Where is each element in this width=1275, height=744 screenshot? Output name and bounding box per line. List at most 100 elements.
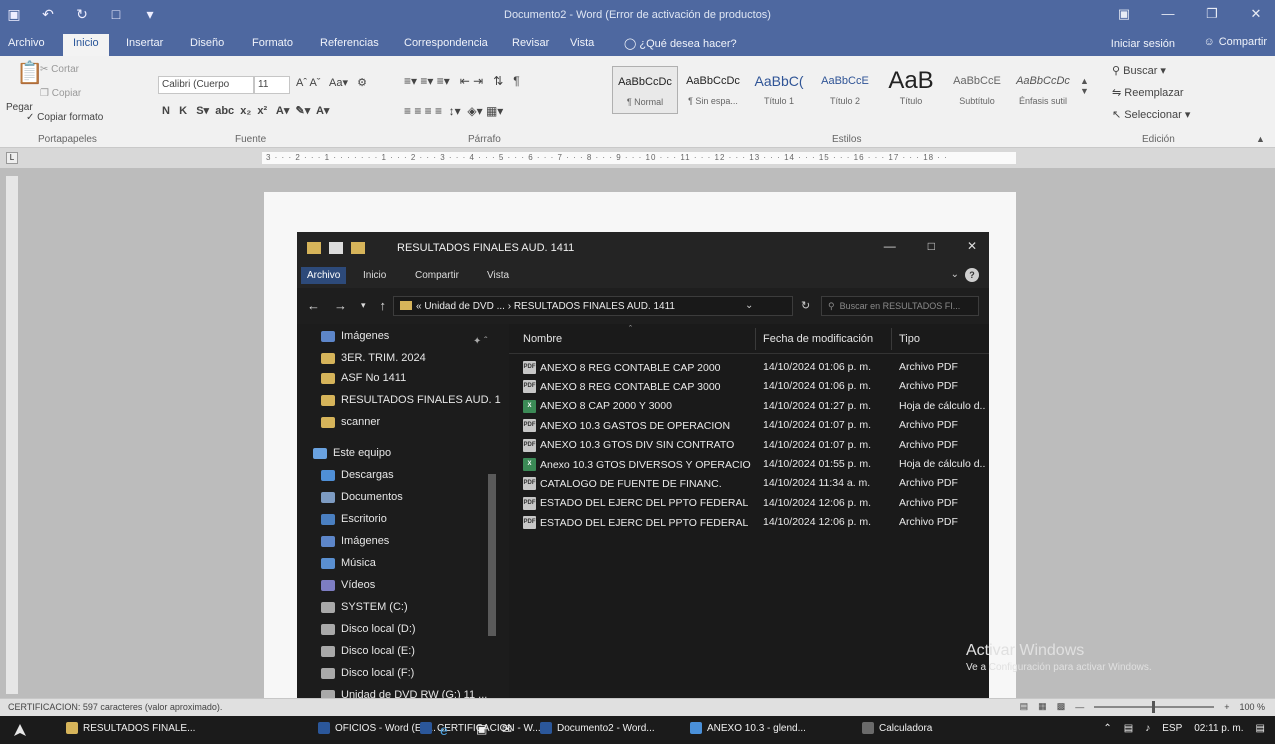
bold-italic-underline-icons[interactable]: N K S▾ abc x₂ x² A▾ ✎▾ A▾	[162, 104, 329, 117]
zoom-slider-thumb[interactable]	[1152, 700, 1156, 713]
nav-item[interactable]: SYSTEM (C:)	[321, 596, 501, 618]
nav-item[interactable]: Disco local (F:)	[321, 662, 501, 684]
word-count-status[interactable]: CERTIFICACION: 597 caracteres (valor apr…	[8, 702, 222, 712]
tab-formato[interactable]: Formato	[252, 37, 293, 49]
file-row[interactable]: X Anexo 10.3 GTOS DIVERSOS Y OPERACION 14/…	[509, 455, 989, 475]
file-row[interactable]: PDF ESTADO DEL EJERC DEL PPTO FEDERAL C..…	[509, 494, 989, 514]
explorer-maximize-button[interactable]: □	[928, 239, 935, 253]
taskbar-app[interactable]: Calculadora	[862, 722, 932, 734]
print-layout-icon[interactable]: ▦	[1038, 701, 1047, 712]
collapse-ribbon-icon[interactable]: ▲	[1256, 134, 1265, 144]
tab-inicio[interactable]: Inicio	[63, 34, 109, 56]
nav-item[interactable]: Este equipo	[313, 442, 493, 464]
read-mode-icon[interactable]: ▤	[1020, 701, 1029, 712]
grow-shrink-font-icon[interactable]: Aˆ Aˇ Aa▾ ⚙	[296, 76, 367, 89]
language-indicator[interactable]: ESP	[1162, 723, 1182, 734]
mail-icon[interactable]: ✉	[502, 722, 512, 736]
notifications-icon[interactable]: ▤	[1256, 723, 1265, 734]
restore-button[interactable]: ❐	[1201, 4, 1223, 24]
column-header-name[interactable]: Nombre	[523, 333, 562, 345]
explorer-search-input[interactable]: ⚲ Buscar en RESULTADOS FI...	[821, 296, 979, 316]
nav-item[interactable]: RESULTADOS FINALES AUD. 1	[321, 389, 501, 411]
network-icon[interactable]: ▤	[1124, 723, 1133, 734]
file-row[interactable]: PDF ANEXO 8 REG CONTABLE CAP 2000 14/10/20…	[509, 358, 989, 378]
style-titulo-2[interactable]: AaBbCcE Título 2	[812, 66, 878, 114]
style-sin-espaciado[interactable]: AaBbCcDc ¶ Sin espa...	[680, 66, 746, 114]
close-button[interactable]: ✕	[1245, 4, 1267, 24]
tab-referencias[interactable]: Referencias	[320, 37, 379, 49]
tab-insertar[interactable]: Insertar	[126, 37, 163, 49]
taskbar-app[interactable]: Documento2 - Word...	[540, 722, 655, 734]
refresh-icon[interactable]: ↻	[801, 299, 810, 312]
nav-item[interactable]: Escritorio	[321, 508, 501, 530]
store-icon[interactable]: ▣	[476, 722, 487, 736]
replace-button[interactable]: ⇋ Reemplazar	[1112, 86, 1184, 99]
column-header-date[interactable]: Fecha de modificación	[763, 333, 873, 345]
zoom-in-icon[interactable]: +	[1224, 702, 1229, 712]
zoom-level[interactable]: 100 %	[1239, 702, 1265, 712]
back-arrow-icon[interactable]: ←	[307, 298, 320, 313]
zoom-out-icon[interactable]: —	[1075, 702, 1084, 712]
copy-button[interactable]: ❐ Copiar	[40, 88, 81, 99]
styles-more-icon[interactable]: ▲ ▼	[1080, 76, 1089, 96]
style-titulo-1[interactable]: AaBbC(Título 1	[746, 66, 812, 114]
recent-locations-icon[interactable]: ▾	[361, 298, 366, 313]
tell-me-box[interactable]: ◯ ¿Qué desea hacer?	[624, 37, 737, 50]
address-dropdown-icon[interactable]: ⌄	[745, 300, 753, 311]
nav-item[interactable]: Documentos	[321, 486, 501, 508]
new-folder-icon[interactable]	[351, 242, 365, 254]
cut-button[interactable]: ✂ Cortar	[40, 64, 79, 75]
nav-item[interactable]: Imágenes	[321, 530, 501, 552]
taskbar-app[interactable]: OFICIOS - Word (Err...	[318, 722, 436, 734]
nav-item[interactable]: Descargas	[321, 464, 501, 486]
style-titulo[interactable]: AaB Título	[878, 66, 944, 114]
explorer-tab-vista[interactable]: Vista	[487, 270, 509, 281]
nav-item[interactable]: Disco local (D:)	[321, 618, 501, 640]
file-row[interactable]: PDF ANEXO 10.3 GTOS DIV SIN CONTRATO 14/10…	[509, 436, 989, 456]
web-layout-icon[interactable]: ▩	[1057, 701, 1066, 712]
expand-ribbon-icon[interactable]: ⌄	[951, 269, 959, 280]
zoom-slider[interactable]	[1094, 700, 1215, 713]
file-row[interactable]: PDF CATALOGO DE FUENTE DE FINANC. 14/10/20…	[509, 474, 989, 494]
column-divider[interactable]	[755, 328, 756, 350]
file-row[interactable]: PDF ANEXO 10.3 GASTOS DE OPERACION 14/10/2…	[509, 416, 989, 436]
style-subtitulo[interactable]: AaBbCcE Subtítulo	[944, 66, 1010, 114]
share-button[interactable]: ☺ Compartir	[1203, 36, 1267, 48]
help-icon[interactable]: ?	[965, 268, 979, 282]
align-icons[interactable]: ≡ ≡ ≡ ≡ ↕▾ ◈▾ ▦▾	[404, 104, 503, 118]
explorer-close-button[interactable]: ✕	[967, 239, 977, 253]
address-path[interactable]: « Unidad de DVD ... › RESULTADOS FINALES…	[393, 296, 793, 316]
column-header-type[interactable]: Tipo	[899, 333, 920, 345]
font-size-box[interactable]: 11	[254, 76, 290, 94]
explorer-tab-compartir[interactable]: Compartir	[415, 270, 459, 281]
tab-selector[interactable]: L	[6, 152, 18, 164]
file-row[interactable]: PDF ESTADO DEL EJERC DEL PPTO FEDERAL C..…	[509, 513, 989, 533]
style-enfasis-sutil[interactable]: AaBbCcDc Énfasis sutil	[1010, 66, 1076, 114]
font-name-box[interactable]: Calibri (Cuerpo	[158, 76, 254, 94]
properties-icon[interactable]	[329, 242, 343, 254]
file-explorer-window[interactable]: RESULTADOS FINALES AUD. 1411 — □ ✕ Archi…	[297, 232, 989, 698]
start-icon[interactable]	[12, 722, 28, 738]
nav-item[interactable]: Imágenes	[321, 325, 501, 347]
nav-item[interactable]: 3ER. TRIM. 2024	[321, 347, 501, 369]
sign-in-link[interactable]: Iniciar sesión	[1111, 38, 1175, 50]
volume-icon[interactable]: ♪	[1145, 723, 1150, 734]
file-row[interactable]: X ANEXO 8 CAP 2000 Y 3000 14/10/2024 01:27…	[509, 397, 989, 417]
nav-item[interactable]: Unidad de DVD RW (G:) 11 ...	[321, 684, 501, 698]
nav-item[interactable]: ASF No 1411	[321, 367, 501, 389]
style-normal[interactable]: AaBbCcDc ¶ Normal	[612, 66, 678, 114]
nav-item[interactable]: Vídeos	[321, 574, 501, 596]
show-hidden-icons-icon[interactable]: ⌃	[1103, 723, 1111, 734]
explorer-minimize-button[interactable]: —	[884, 239, 896, 253]
file-row[interactable]: PDF ANEXO 8 REG CONTABLE CAP 3000 14/10/20…	[509, 377, 989, 397]
tab-archivo[interactable]: Archivo	[8, 37, 45, 49]
list-icons[interactable]: ≡▾ ≡▾ ≡▾ ⇤ ⇥ ⇅ ¶	[404, 74, 520, 88]
column-divider[interactable]	[891, 328, 892, 350]
tab-correspondencia[interactable]: Correspondencia	[404, 37, 488, 49]
tab-diseno[interactable]: Diseño	[190, 37, 224, 49]
edge-icon[interactable]: e	[440, 722, 448, 738]
tab-revisar[interactable]: Revisar	[512, 37, 549, 49]
up-arrow-icon[interactable]: ↑	[380, 298, 387, 313]
nav-item[interactable]: Disco local (E:)	[321, 640, 501, 662]
ribbon-display-options-icon[interactable]: ▣	[1113, 4, 1135, 24]
